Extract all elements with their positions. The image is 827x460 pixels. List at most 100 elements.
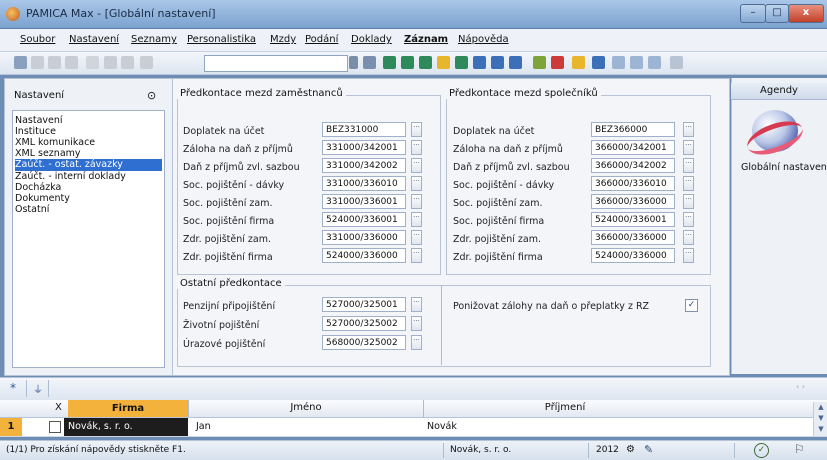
menu-nastaveni[interactable]: Nastavení [69, 34, 119, 45]
emp-field-zaloha[interactable]: 331000/342001 [322, 140, 406, 155]
scroll-left-icon[interactable]: ‹ › [796, 382, 805, 391]
emp-field-doplatek[interactable]: BEZ331000 [322, 122, 406, 137]
par-field-zdr-zam[interactable]: 366000/336000 [591, 230, 675, 245]
menu-soubor[interactable]: Soubor [20, 34, 55, 45]
flag-icon[interactable]: ⚐ [794, 442, 805, 456]
folder-icon[interactable] [572, 56, 585, 69]
copy-icon[interactable] [140, 56, 153, 69]
pen-icon[interactable]: ✎ [644, 443, 653, 456]
row-firma[interactable]: Novák, s. r. o. [64, 418, 188, 436]
par-field-soc-zam[interactable]: 366000/336000 [591, 194, 675, 209]
par-field-dan[interactable]: 366000/342002 [591, 158, 675, 173]
emp-lookup-soc-firma[interactable]: ... [411, 212, 422, 227]
oth-lookup-penzijni[interactable]: ... [411, 297, 422, 312]
close-button[interactable]: x [788, 4, 824, 23]
par-lookup-soc-zam[interactable]: ... [683, 194, 694, 209]
par-lookup-soc-davky[interactable]: ... [683, 176, 694, 191]
menu-podani[interactable]: Podání [305, 34, 338, 45]
table-row[interactable]: 1 Novák, s. r. o. Jan Novák ▲ ▼ ▼ [0, 402, 827, 437]
tool-icon-3[interactable] [65, 56, 78, 69]
oth-lookup-zivotni[interactable]: ... [411, 316, 422, 331]
par-field-zdr-firma[interactable]: 524000/336000 [591, 248, 675, 263]
option-rz-checkbox[interactable]: ✓ [685, 299, 698, 312]
row-jmeno[interactable]: Jan [196, 421, 211, 432]
chevron-down-icon[interactable] [349, 56, 358, 69]
menu-personalistika[interactable]: Personalistika [187, 34, 256, 45]
oth-field-zivotni[interactable]: 527000/325002 [322, 316, 406, 331]
toolbar-combo[interactable] [204, 55, 348, 72]
emp-field-zdr-firma[interactable]: 524000/336000 [322, 248, 406, 263]
par-field-soc-davky[interactable]: 366000/336010 [591, 176, 675, 191]
grid-scrollbar[interactable]: ▲ ▼ ▼ [813, 402, 827, 436]
calendar-icon[interactable] [592, 56, 605, 69]
nav-item-zauct-ostat-zavazky[interactable]: Zaúčt. - ostat. závazky [15, 159, 162, 171]
oth-label-zivotni: Životní pojištění [183, 320, 260, 331]
emp-lookup-soc-davky[interactable]: ... [411, 176, 422, 191]
par-lookup-soc-firma[interactable]: ... [683, 212, 694, 227]
menu-napoveda[interactable]: Nápověda [458, 34, 509, 45]
blue-tool-icon-2[interactable] [491, 56, 504, 69]
row-checkbox[interactable] [49, 421, 61, 433]
window-icon-1[interactable] [612, 56, 625, 69]
menu-zaznam[interactable]: Záznam [404, 34, 448, 45]
col-header-prijmeni[interactable]: Příjmení [425, 402, 705, 413]
emp-field-soc-davky[interactable]: 331000/336010 [322, 176, 406, 191]
emp-lookup-dan[interactable]: ... [411, 158, 422, 173]
tool-icon-2[interactable] [48, 56, 61, 69]
blue-tool-icon-1[interactable] [473, 56, 486, 69]
filter-icon[interactable]: ⏚ [33, 381, 43, 396]
window-icon-2[interactable] [630, 56, 643, 69]
emp-lookup-soc-zam[interactable]: ... [411, 194, 422, 209]
menu-doklady[interactable]: Doklady [351, 34, 392, 45]
par-field-soc-firma[interactable]: 524000/336001 [591, 212, 675, 227]
par-field-zaloha[interactable]: 366000/342001 [591, 140, 675, 155]
emp-field-zdr-zam[interactable]: 331000/336000 [322, 230, 406, 245]
menu-mzdy[interactable]: Mzdy [270, 34, 296, 45]
col-header-firma[interactable]: Firma [68, 400, 188, 417]
blue-tool-icon-3[interactable] [509, 56, 522, 69]
pin-icon[interactable]: ⊙ [147, 89, 156, 102]
red-flag-icon[interactable] [551, 56, 564, 69]
agenda-item-globalni-nastaveni[interactable]: Globální nastavení [741, 162, 827, 173]
oth-lookup-urazove[interactable]: ... [411, 335, 422, 350]
help-icon[interactable] [670, 56, 683, 69]
emp-field-soc-zam[interactable]: 331000/336001 [322, 194, 406, 209]
emp-lookup-doplatek[interactable]: ... [411, 122, 422, 137]
par-lookup-dan[interactable]: ... [683, 158, 694, 173]
ok-icon[interactable]: ✓ [754, 443, 769, 458]
new-document-icon[interactable] [86, 56, 99, 69]
par-field-doplatek[interactable]: BEZ366000 [591, 122, 675, 137]
par-lookup-zaloha[interactable]: ... [683, 140, 694, 155]
green-tool-icon-1[interactable] [383, 56, 396, 69]
sun-icon[interactable] [437, 56, 450, 69]
emp-field-dan[interactable]: 331000/342002 [322, 158, 406, 173]
oth-field-penzijni[interactable]: 527000/325001 [322, 297, 406, 312]
minimize-button[interactable]: – [740, 4, 766, 23]
par-lookup-zdr-firma[interactable]: ... [683, 248, 694, 263]
par-lookup-doplatek[interactable]: ... [683, 122, 694, 137]
menu-seznamy[interactable]: Seznamy [131, 34, 177, 45]
green-flag-icon[interactable] [533, 56, 546, 69]
maximize-button[interactable]: □ [765, 4, 789, 23]
green-tool-icon-3[interactable] [455, 56, 468, 69]
emp-lookup-zaloha[interactable]: ... [411, 140, 422, 155]
emp-lookup-zdr-firma[interactable]: ... [411, 248, 422, 263]
tool-icon-1[interactable] [31, 56, 44, 69]
filter-icon[interactable] [14, 56, 27, 69]
asterisk-icon[interactable]: * [10, 381, 16, 395]
col-header-x[interactable]: X [55, 402, 62, 413]
save-icon[interactable] [104, 56, 117, 69]
col-header-jmeno[interactable]: Jméno [190, 402, 422, 413]
par-lookup-zdr-zam[interactable]: ... [683, 230, 694, 245]
emp-lookup-zdr-zam[interactable]: ... [411, 230, 422, 245]
grid-tool-icon[interactable] [363, 56, 376, 69]
oth-field-urazove[interactable]: 568000/325002 [322, 335, 406, 350]
emp-field-soc-firma[interactable]: 524000/336001 [322, 212, 406, 227]
person-icon[interactable] [419, 56, 432, 69]
print-icon[interactable] [121, 56, 134, 69]
nav-item-ostatni[interactable]: Ostatní [15, 204, 162, 216]
green-tool-icon-2[interactable] [401, 56, 414, 69]
row-prijmeni[interactable]: Novák [427, 421, 457, 432]
gear-icon[interactable]: ⚙ [626, 444, 635, 455]
window-icon-3[interactable] [648, 56, 661, 69]
